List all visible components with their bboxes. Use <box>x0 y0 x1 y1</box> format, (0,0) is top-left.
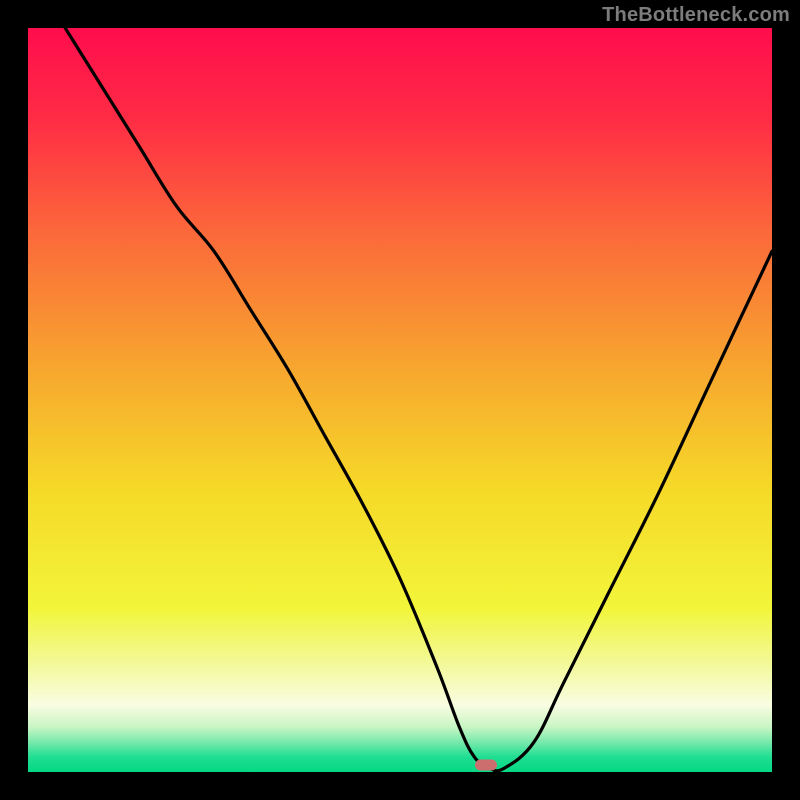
watermark-text: TheBottleneck.com <box>602 4 790 27</box>
optimal-point-marker <box>475 759 497 770</box>
bottleneck-curve <box>28 28 772 772</box>
chart-frame: TheBottleneck.com <box>0 0 800 800</box>
plot-area <box>28 28 772 772</box>
